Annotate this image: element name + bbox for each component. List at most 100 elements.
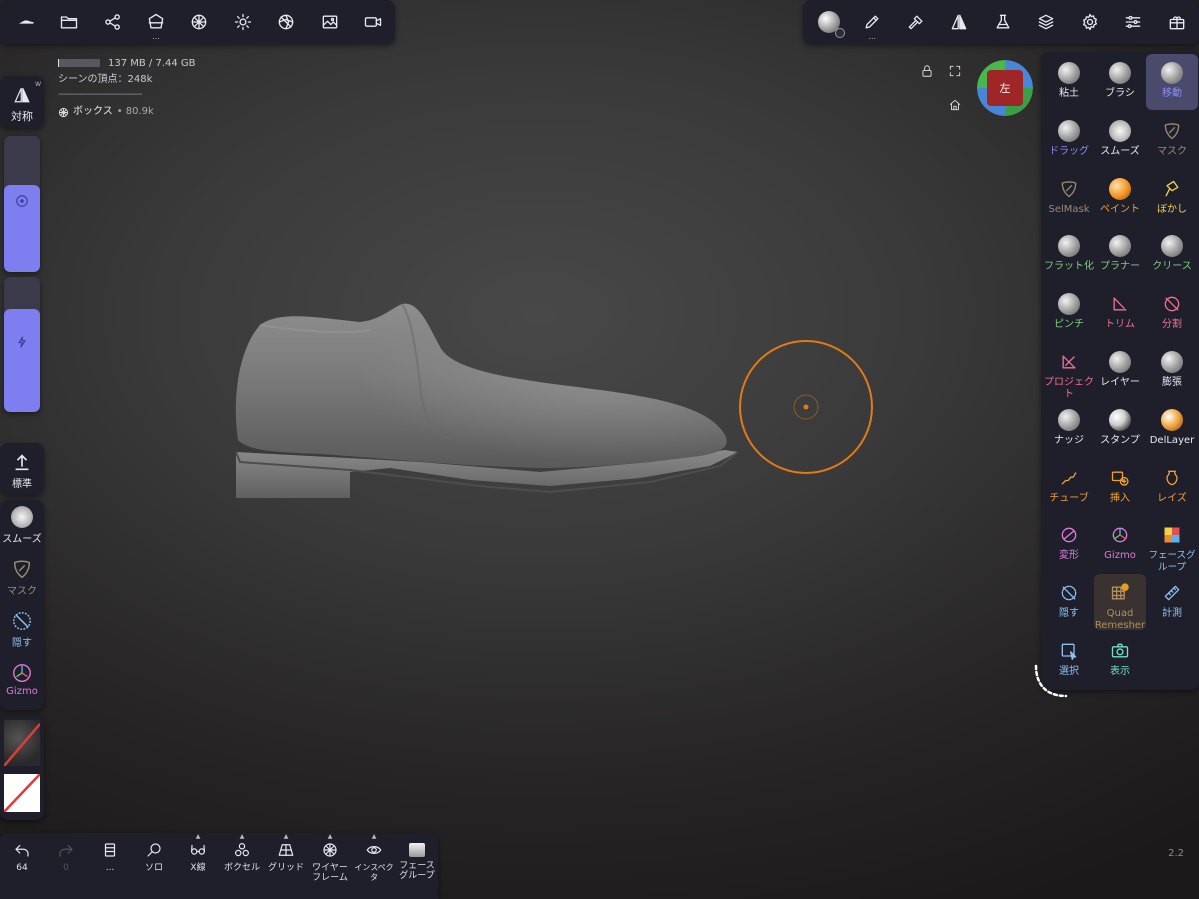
- tool-25[interactable]: Gizmo: [1094, 516, 1146, 572]
- facegroup-button[interactable]: フェースグループ: [395, 841, 439, 881]
- material-disabled-slash: [4, 723, 40, 766]
- tool-18[interactable]: ナッジ: [1043, 401, 1095, 457]
- camera-icon[interactable]: [352, 0, 395, 44]
- tool-5[interactable]: マスク: [1146, 112, 1198, 168]
- hide-quick-button[interactable]: 隠す: [0, 610, 44, 649]
- stroke-icon[interactable]: ...: [851, 0, 895, 44]
- settings-icon[interactable]: [1068, 0, 1112, 44]
- tool-19[interactable]: スタンプ: [1094, 401, 1146, 457]
- primitive-dots: ...: [152, 32, 160, 41]
- tool-7[interactable]: ペイント: [1094, 170, 1146, 226]
- tool-29[interactable]: 計測: [1146, 574, 1198, 630]
- tool-11[interactable]: クリース: [1146, 227, 1198, 283]
- scene-graph-icon[interactable]: [91, 0, 134, 44]
- orientation-cube[interactable]: 左: [977, 60, 1033, 116]
- gizmo-icon: [13, 664, 31, 682]
- folder-icon[interactable]: [47, 0, 90, 44]
- object-name: ボックス: [73, 106, 113, 117]
- object-row[interactable]: ボックス • 80.9k: [58, 104, 196, 120]
- tool-3[interactable]: ドラッグ: [1043, 112, 1095, 168]
- primitive-icon[interactable]: ...: [134, 0, 177, 44]
- tool-9[interactable]: フラット化: [1043, 227, 1095, 283]
- tool-23[interactable]: レイズ: [1146, 459, 1198, 515]
- shoe-mesh[interactable]: [220, 290, 750, 510]
- sliders-icon[interactable]: [1112, 0, 1156, 44]
- home-icon[interactable]: [948, 97, 964, 113]
- intensity-slider[interactable]: [4, 277, 40, 412]
- more-button[interactable]: ...: [88, 841, 132, 873]
- intensity-icon: [4, 335, 40, 352]
- inspector-button[interactable]: ▲ インスペクタ: [352, 833, 396, 883]
- light-icon[interactable]: [221, 0, 264, 44]
- tool-label: 隠す: [1059, 608, 1079, 620]
- tool-28[interactable]: Quad Remesher: [1094, 574, 1146, 632]
- grid-tick: ▲: [283, 833, 289, 840]
- layers-icon[interactable]: [1025, 0, 1069, 44]
- smooth-quick-button[interactable]: スムーズ: [0, 506, 44, 545]
- solo-button[interactable]: ソロ: [132, 841, 176, 873]
- tool-6[interactable]: SelMask: [1043, 170, 1095, 226]
- mask-label: マスク: [7, 586, 37, 597]
- mask-quick-button[interactable]: マスク: [0, 558, 44, 597]
- symmetry-button[interactable]: W 対称: [0, 76, 44, 128]
- voxel-button[interactable]: ▲ ボクセル: [220, 833, 264, 873]
- tool-8[interactable]: ぼかし: [1146, 170, 1198, 226]
- current-tool-icon[interactable]: [807, 0, 851, 44]
- tool-12[interactable]: ピンチ: [1043, 285, 1095, 341]
- scene-icon[interactable]: [1155, 0, 1199, 44]
- brush-cursor: [739, 340, 873, 474]
- tool-24[interactable]: 変形: [1043, 516, 1095, 572]
- tool-20[interactable]: DelLayer: [1146, 401, 1198, 457]
- redo-button[interactable]: 0: [44, 841, 88, 873]
- tool-2[interactable]: 移動: [1146, 54, 1198, 110]
- grid-button[interactable]: ▲ グリッド: [264, 833, 308, 873]
- quick-tools-panel: スムーズ マスク 隠す Gizmo: [0, 500, 44, 710]
- tool-21[interactable]: チューブ: [1043, 459, 1095, 515]
- object-vertex-count: • 80.9k: [116, 106, 154, 117]
- hammer-icon[interactable]: [894, 0, 938, 44]
- standard-button[interactable]: 標準: [0, 443, 44, 495]
- orientation-face-left[interactable]: 左: [987, 70, 1023, 106]
- tool-27[interactable]: 隠す: [1043, 574, 1095, 630]
- xray-tick: ▲: [195, 833, 201, 840]
- radius-icon: [4, 194, 40, 211]
- tool-15[interactable]: プロジェクト: [1043, 343, 1095, 400]
- tool-1[interactable]: ブラシ: [1094, 54, 1146, 110]
- fullscreen-icon[interactable]: [948, 63, 964, 79]
- tool-0[interactable]: 粘土: [1043, 54, 1095, 110]
- tool-31[interactable]: 表示: [1094, 632, 1146, 688]
- orange-icon: [1109, 177, 1131, 200]
- panel-scroll-indicator[interactable]: [1030, 662, 1070, 702]
- shading-icon[interactable]: [265, 0, 308, 44]
- undo-button[interactable]: 64: [0, 841, 44, 873]
- tool-10[interactable]: プラナー: [1094, 227, 1146, 283]
- tool-label: レイズ: [1157, 492, 1187, 504]
- xray-button[interactable]: ▲ X線: [176, 833, 220, 873]
- paint-color-swatch[interactable]: [4, 774, 40, 812]
- search-icon: [147, 843, 161, 857]
- gizmo-quick-button[interactable]: Gizmo: [0, 662, 44, 697]
- tool-26[interactable]: フェースグループ: [1146, 516, 1198, 573]
- background-image-icon[interactable]: [308, 0, 351, 44]
- tool-label: Quad Remesher: [1094, 608, 1146, 632]
- lock-icon[interactable]: [920, 63, 936, 79]
- material-swatch[interactable]: [4, 720, 40, 766]
- nomad-logo-icon[interactable]: [4, 0, 47, 44]
- wireframe-button[interactable]: ▲ ワイヤーフレーム: [308, 833, 352, 883]
- selmask-icon: [1058, 178, 1080, 200]
- symmetry-label: 対称: [11, 110, 33, 123]
- tool-4[interactable]: スムーズ: [1094, 112, 1146, 168]
- symmetry-icon[interactable]: [938, 0, 982, 44]
- tool-17[interactable]: 膨張: [1146, 343, 1198, 399]
- tool-14[interactable]: 分割: [1146, 285, 1198, 341]
- tool-13[interactable]: トリム: [1094, 285, 1146, 341]
- material-sphere-icon[interactable]: [178, 0, 221, 44]
- scene-info: 137 MB / 7.44 GB シーンの頂点：248k -----------…: [58, 56, 196, 120]
- more-label: ...: [105, 863, 115, 873]
- hide-label: 隠す: [12, 638, 32, 649]
- flask-icon[interactable]: [981, 0, 1025, 44]
- radius-slider[interactable]: [4, 136, 40, 272]
- tool-22[interactable]: 挿入: [1094, 459, 1146, 515]
- hide-icon: [1058, 582, 1080, 604]
- tool-16[interactable]: レイヤー: [1094, 343, 1146, 399]
